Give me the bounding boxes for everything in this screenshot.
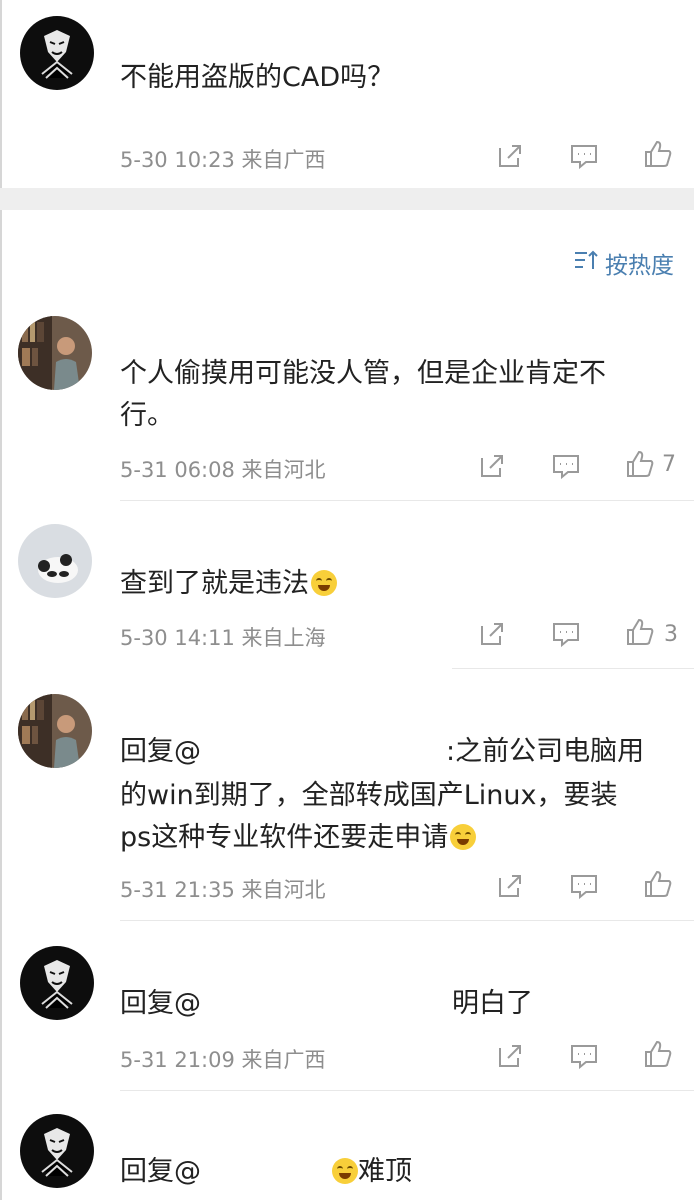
comment-time: 5-31 21:09 xyxy=(120,1048,235,1072)
section-divider xyxy=(0,188,694,210)
comment-source: 来自上海 xyxy=(241,626,326,650)
comment-source: 来自河北 xyxy=(241,458,326,482)
post-time: 5-30 10:23 xyxy=(120,148,235,172)
share-icon[interactable] xyxy=(476,450,508,482)
divider xyxy=(120,1090,694,1091)
comment-text-line: 行。 xyxy=(120,400,174,431)
like-count: 3 xyxy=(664,622,678,647)
comment-time: 5-31 06:08 xyxy=(120,458,235,482)
comment-text-content: 查到了就是违法 xyxy=(120,568,309,599)
post-source: 来自广西 xyxy=(241,148,326,172)
screen-edge xyxy=(0,0,2,1200)
post-text: 不能用盗版的CAD吗？ xyxy=(120,62,395,93)
comment-meta: 5-31 21:09 来自广西 xyxy=(120,1044,326,1074)
share-icon[interactable] xyxy=(494,1040,526,1072)
like-count: 7 xyxy=(662,452,676,477)
share-icon[interactable] xyxy=(494,870,526,902)
divider xyxy=(120,920,694,921)
sort-by-hot-button[interactable]: 按热度 xyxy=(573,246,674,280)
sort-icon xyxy=(573,249,599,277)
reply-prefix: 回复@ xyxy=(120,988,201,1019)
divider xyxy=(452,668,694,669)
laugh-cry-emoji xyxy=(332,1158,358,1184)
reply-prefix: 回复@ xyxy=(120,1156,201,1187)
share-icon[interactable] xyxy=(494,140,526,172)
comment-meta: 5-31 06:08 来自河北 xyxy=(120,454,326,484)
avatar[interactable] xyxy=(20,1114,94,1188)
comment-text-line: 难顶 xyxy=(330,1150,412,1194)
comment-icon[interactable] xyxy=(568,140,600,172)
comment-icon[interactable] xyxy=(568,1040,600,1072)
reply-prefix: 回复@ xyxy=(120,736,201,767)
share-icon[interactable] xyxy=(476,618,508,650)
comment-text-line: ps这种专业软件还要走申请 xyxy=(120,816,477,860)
sort-label: 按热度 xyxy=(605,253,674,279)
comment-icon[interactable] xyxy=(568,870,600,902)
comment-meta: 5-31 21:35 来自河北 xyxy=(120,874,326,904)
like-icon[interactable] xyxy=(642,1038,674,1070)
comment-text-line: 回复@ xyxy=(120,1150,201,1194)
avatar[interactable] xyxy=(18,694,92,768)
comment-icon[interactable] xyxy=(550,618,582,650)
comment-text-content: 难顶 xyxy=(358,1156,412,1187)
like-icon[interactable] xyxy=(624,616,656,648)
comment-time: 5-31 21:35 xyxy=(120,878,235,902)
avatar[interactable] xyxy=(18,316,92,390)
comment-source: 来自河北 xyxy=(241,878,326,902)
avatar[interactable] xyxy=(18,524,92,598)
like-icon[interactable] xyxy=(624,448,656,480)
comment-text-line: 个人偷摸用可能没人管，但是企业肯定不 xyxy=(120,358,606,389)
divider xyxy=(120,500,694,501)
post-meta: 5-30 10:23 来自广西 xyxy=(120,144,326,174)
like-icon[interactable] xyxy=(642,138,674,170)
comment-icon[interactable] xyxy=(550,450,582,482)
comment-text-line: 明白了 xyxy=(452,988,533,1019)
comment-text: 查到了就是违法 xyxy=(120,562,337,606)
comment-time: 5-30 14:11 xyxy=(120,626,235,650)
like-icon[interactable] xyxy=(642,868,674,900)
comment-text-line: :之前公司电脑用 xyxy=(446,736,645,767)
laugh-cry-emoji xyxy=(450,824,477,850)
comment-text-line: 回复@ xyxy=(120,982,201,1026)
laugh-cry-emoji xyxy=(311,570,337,596)
comment-text-line: 回复@ xyxy=(120,730,201,774)
comment-meta: 5-30 14:11 来自上海 xyxy=(120,622,326,652)
comment-text-content: ps这种专业软件还要走申请 xyxy=(120,822,449,853)
avatar[interactable] xyxy=(20,16,94,90)
avatar[interactable] xyxy=(20,946,94,1020)
comment-source: 来自广西 xyxy=(241,1048,326,1072)
comment-text-line: 的win到期了，全部转成国产Linux，要装 xyxy=(120,780,618,811)
